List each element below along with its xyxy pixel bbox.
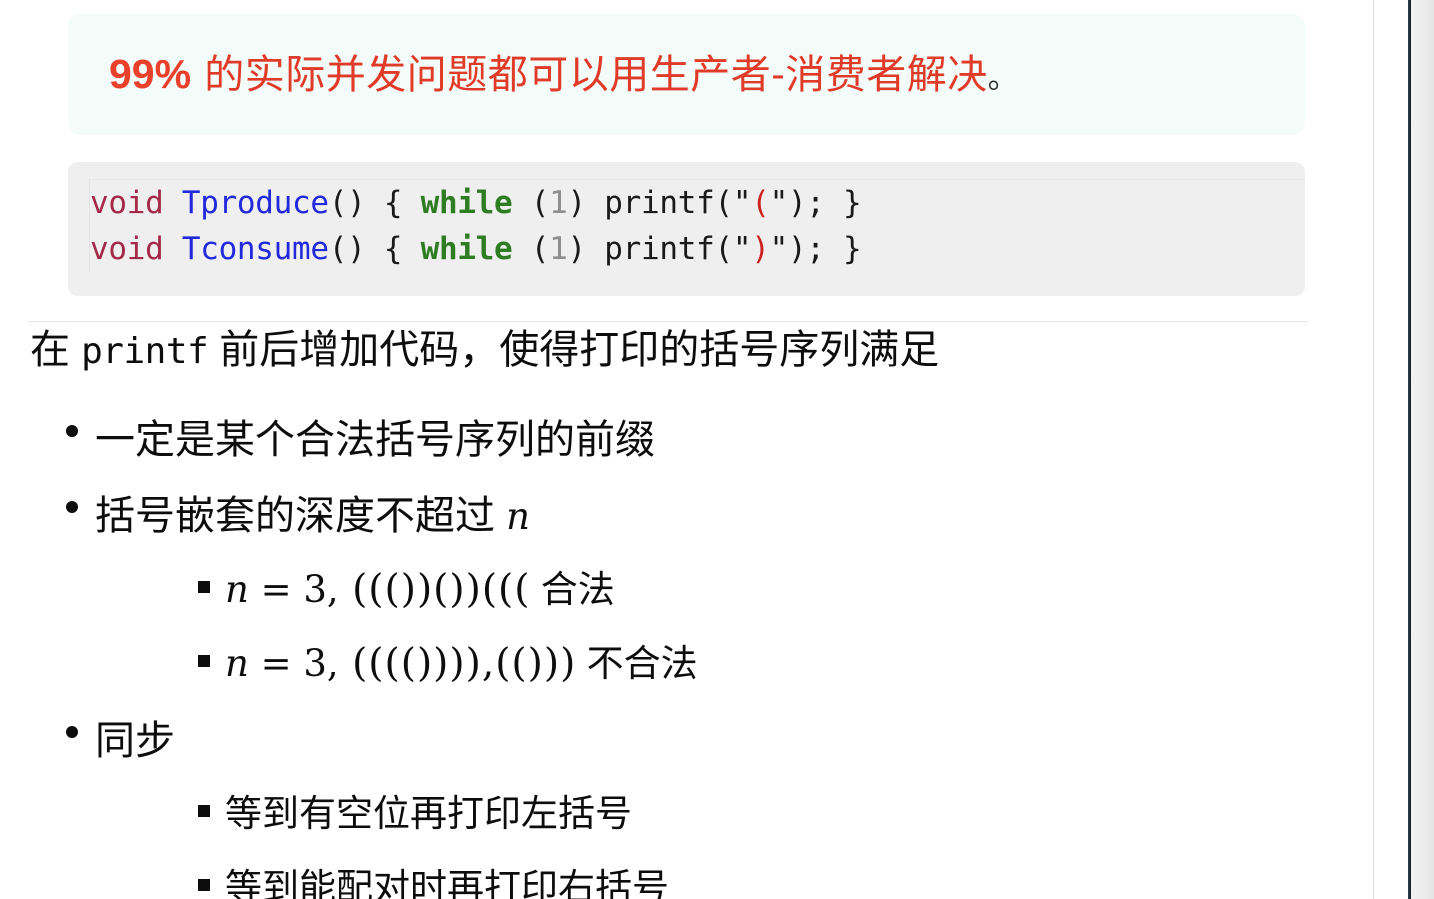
code-token-after-name: () {	[328, 185, 421, 221]
list-item: n = 3, (((()))),(())) 不合法	[95, 627, 1330, 701]
bullet-square-icon	[198, 655, 210, 667]
slide-right-margin	[1373, 0, 1408, 899]
sub-bullet-label: n = 3, (((()))),(())) 不合法	[225, 627, 1330, 701]
code-token-paren-open: (	[512, 185, 550, 221]
code-token-function: Tproduce	[181, 185, 329, 221]
code-line: void Tconsume() { while (1) printf(")");…	[90, 226, 1305, 272]
code-token-paren-open: (	[512, 231, 550, 267]
code-token-tail: ); }	[787, 185, 862, 221]
bullet-square-icon	[198, 581, 210, 593]
bullet-list: 一定是某个合法括号序列的前缀 括号嵌套的深度不超过 n n = 3, ((())…	[30, 404, 1330, 899]
bullet-square-icon	[198, 805, 210, 817]
bullet-label: 同步	[95, 719, 175, 763]
sub-bullet-label: 等到有空位再打印左括号	[225, 793, 632, 834]
code-token-quote-close: "	[769, 185, 789, 221]
list-item: 等到有空位再打印左括号	[95, 777, 1330, 851]
list-item: n = 3, ((())())((( 合法	[95, 553, 1330, 627]
callout-box: 99% 的实际并发问题都可以用生产者-消费者解决。	[68, 14, 1305, 135]
math-variable: n	[225, 642, 249, 685]
bullet-label-math: n	[506, 495, 530, 538]
slide-root: 99% 的实际并发问题都可以用生产者-消费者解决。 void Tproduce(…	[0, 0, 1434, 899]
math-equals: =	[248, 642, 304, 685]
side-panel[interactable]	[1411, 0, 1434, 899]
code-token-keyword: while	[420, 185, 513, 221]
code-token-after-name: () {	[328, 231, 421, 267]
content-separator	[28, 321, 1308, 322]
bullet-level1-list: 一定是某个合法括号序列的前缀 括号嵌套的深度不超过 n n = 3, ((())…	[30, 404, 1330, 899]
code-token-keyword: while	[420, 231, 513, 267]
bullet-label-prefix: 括号嵌套的深度不超过	[95, 494, 507, 538]
bullet-disc-icon	[66, 501, 78, 513]
callout-period: 。	[987, 60, 1019, 96]
code-block-inner: void Tproduce() { while (1) printf("(");…	[89, 179, 1305, 272]
code-token-string: )	[751, 231, 770, 267]
slide-canvas: 99% 的实际并发问题都可以用生产者-消费者解决。 void Tproduce(…	[0, 0, 1373, 899]
code-token-quote-open: "	[732, 185, 752, 221]
code-token-quote-close: "	[769, 231, 789, 267]
code-token-type: void	[90, 185, 164, 221]
code-token-type: void	[90, 231, 164, 267]
code-token-number: 1	[549, 185, 568, 221]
code-token-paren-close: ) printf(	[567, 185, 734, 221]
paren-sequence: (((()))),(()))	[352, 641, 577, 686]
list-item: 括号嵌套的深度不超过 n n = 3, ((())())((( 合法 n = 3…	[30, 480, 1330, 701]
math-variable: n	[225, 568, 249, 611]
bullet-label: 一定是某个合法括号序列的前缀	[95, 418, 655, 462]
bullet-disc-icon	[66, 726, 78, 738]
lead-prefix: 在	[30, 328, 82, 372]
lead-mono-term: printf	[81, 331, 209, 372]
bullet-label: 括号嵌套的深度不超过 n	[95, 480, 1330, 553]
bullet-disc-icon	[66, 425, 78, 437]
callout-highlight: 99%	[109, 50, 192, 97]
list-item: 一定是某个合法括号序列的前缀	[30, 404, 1330, 476]
code-token-quote-open: "	[732, 231, 752, 267]
math-equals: =	[248, 568, 304, 611]
math-value: 3,	[303, 642, 339, 685]
paren-sequence: ((())())(((	[352, 567, 531, 612]
bullet-square-icon	[198, 879, 210, 891]
lead-suffix: 前后增加代码，使得打印的括号序列满足	[208, 328, 940, 372]
sub-bullet-label: n = 3, ((())())((( 合法	[225, 553, 1330, 627]
paren-space	[339, 641, 352, 686]
bullet-level2-list: 等到有空位再打印左括号 等到能配对时再打印右括号	[95, 777, 1330, 899]
code-token-number: 1	[549, 231, 568, 267]
code-block: void Tproduce() { while (1) printf("(");…	[68, 162, 1305, 296]
callout-text: 99% 的实际并发问题都可以用生产者-消费者解决。	[68, 49, 1018, 100]
code-token-tail: ); }	[787, 231, 862, 267]
sub-bullet-tail: 不合法	[576, 643, 698, 684]
code-line: void Tproduce() { while (1) printf("(");…	[90, 180, 1305, 226]
list-item: 同步 等到有空位再打印左括号 等到能配对时再打印右括号	[30, 705, 1330, 899]
sub-bullet-label: 等到能配对时再打印右括号	[225, 867, 669, 899]
code-token-function: Tconsume	[181, 231, 329, 267]
paren-space	[339, 567, 352, 612]
callout-body: 的实际并发问题都可以用生产者-消费者解决	[191, 51, 988, 98]
math-value: 3,	[303, 568, 339, 611]
lead-sentence: 在 printf 前后增加代码，使得打印的括号序列满足	[30, 326, 939, 374]
sub-bullet-tail: 合法	[530, 569, 615, 610]
bullet-level2-list: n = 3, ((())())((( 合法 n = 3, (((()))),((…	[95, 553, 1330, 701]
list-item: 等到能配对时再打印右括号	[95, 851, 1330, 899]
code-token-paren-close: ) printf(	[567, 231, 734, 267]
code-token-string: (	[751, 185, 770, 221]
